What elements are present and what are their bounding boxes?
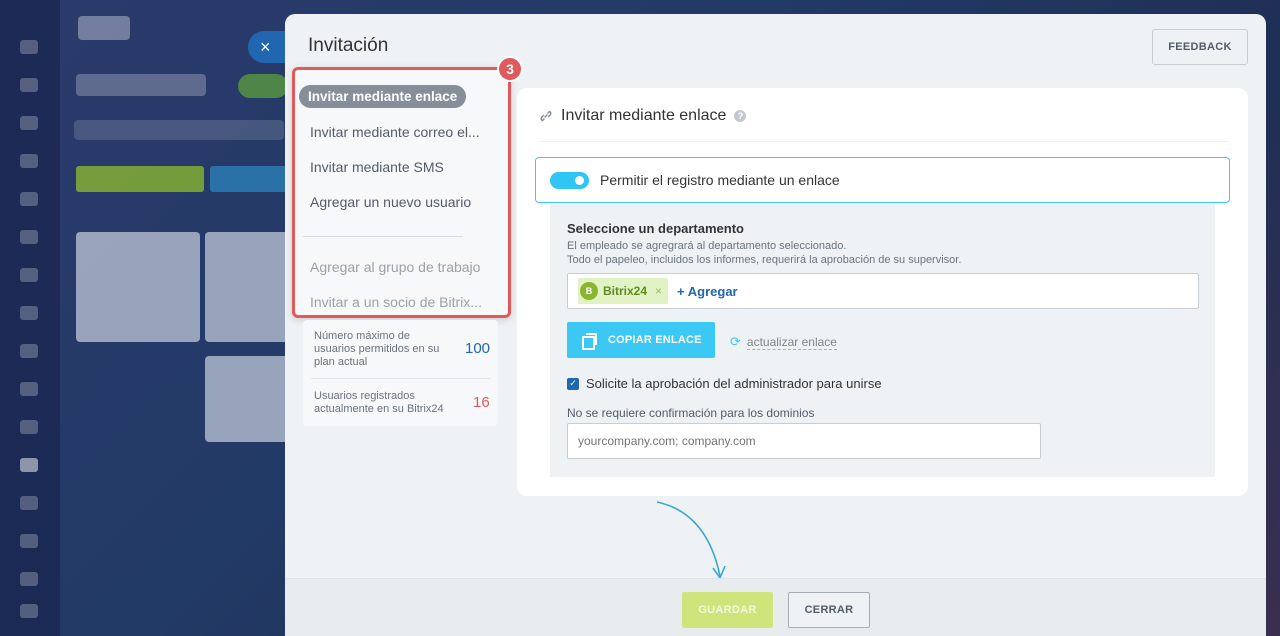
approval-label: Solicite la aprobación del administrador… bbox=[586, 376, 882, 391]
invitation-modal: Invitación FEEDBACK Invitar mediante enl… bbox=[285, 14, 1266, 636]
department-desc-line: El empleado se agregrará al departamento… bbox=[567, 240, 847, 252]
refresh-link[interactable]: ⟳ actualizar enlace bbox=[730, 334, 837, 350]
registered-users-row: Usuarios registrados actualmente en su B… bbox=[314, 390, 494, 416]
bg-menu-icon bbox=[20, 306, 38, 320]
panel-header: Invitar mediante enlace ? bbox=[539, 107, 747, 125]
step-badge: 3 bbox=[497, 56, 523, 82]
bg-card bbox=[205, 356, 290, 442]
invite-method-menu: Invitar mediante enlace Invitar mediante… bbox=[292, 67, 511, 318]
max-users-label: Número máximo de usuarios permitidos en … bbox=[314, 330, 440, 369]
refresh-link-label: actualizar enlace bbox=[746, 334, 837, 350]
stats-divider bbox=[311, 378, 491, 379]
help-icon[interactable]: ? bbox=[734, 110, 747, 122]
bg-menu-icon bbox=[20, 604, 38, 618]
nav-item-invite-partner[interactable]: Invitar a un socio de Bitrix... bbox=[310, 294, 482, 310]
close-slider-icon[interactable]: × bbox=[248, 31, 288, 63]
department-selector[interactable]: B Bitrix24 × + Agregar bbox=[567, 273, 1199, 309]
approval-checkbox[interactable]: ✓ bbox=[567, 377, 579, 390]
panel-heading: Invitar mediante enlace bbox=[561, 107, 727, 124]
bg-menu-icon bbox=[20, 192, 38, 206]
registered-users-value: 16 bbox=[473, 394, 490, 411]
department-description: El empleado se agregrará al departamento… bbox=[567, 239, 961, 268]
approval-row: ✓ Solicite la aprobación del administrad… bbox=[567, 376, 882, 391]
bg-card bbox=[205, 232, 290, 342]
link-icon bbox=[539, 109, 553, 123]
add-department-link[interactable]: + Agregar bbox=[677, 284, 738, 299]
department-desc-line: Todo el papeleo, incluidos los informes,… bbox=[567, 254, 962, 267]
registered-users-label: Usuarios registrados actualmente en su B… bbox=[314, 390, 444, 416]
nav-item-invite-email[interactable]: Invitar mediante correo el... bbox=[310, 124, 480, 140]
copy-link-button[interactable]: COPIAR ENLACE bbox=[567, 322, 715, 358]
bg-green-button bbox=[76, 166, 204, 192]
nav-item-add-workgroup[interactable]: Agregar al grupo de trabajo bbox=[310, 259, 480, 275]
bg-menu-icon bbox=[20, 78, 38, 92]
bg-logo bbox=[78, 16, 130, 40]
nav-item-add-user[interactable]: Agregar un nuevo usuario bbox=[310, 194, 471, 210]
bg-menu-icon bbox=[20, 230, 38, 244]
bg-menu-icon bbox=[20, 382, 38, 396]
modal-footer: GUARDAR CERRAR bbox=[285, 578, 1266, 636]
bg-menu-icon bbox=[20, 116, 38, 130]
registration-toggle-row: Permitir el registro mediante un enlace bbox=[535, 157, 1230, 203]
user-stats-box: Número máximo de usuarios permitidos en … bbox=[303, 320, 498, 426]
close-button[interactable]: CERRAR bbox=[788, 592, 870, 628]
invite-link-panel: Invitar mediante enlace ? Permitir el re… bbox=[517, 88, 1248, 496]
department-title: Seleccione un departamento bbox=[567, 221, 744, 236]
modal-title: Invitación bbox=[308, 35, 389, 56]
refresh-icon: ⟳ bbox=[730, 334, 741, 349]
domains-input[interactable] bbox=[567, 423, 1041, 459]
toggle-label: Permitir el registro mediante un enlace bbox=[600, 172, 840, 188]
nav-item-invite-link[interactable]: Invitar mediante enlace bbox=[299, 85, 467, 108]
bg-chip bbox=[238, 74, 288, 98]
bg-page-title bbox=[76, 74, 206, 96]
copy-link-label: COPIAR ENLACE bbox=[608, 334, 702, 346]
bg-menu-icon bbox=[20, 344, 38, 358]
bg-menu-icon bbox=[20, 268, 38, 282]
bg-blue-button bbox=[210, 166, 290, 192]
bg-card bbox=[76, 232, 200, 342]
registration-toggle[interactable] bbox=[550, 171, 589, 189]
bg-menu-icon bbox=[20, 40, 38, 54]
remove-tag-icon[interactable]: × bbox=[655, 284, 662, 298]
department-tag: B Bitrix24 × bbox=[578, 278, 669, 304]
department-tag-label: Bitrix24 bbox=[603, 284, 648, 298]
domains-label: No se requiere confirmación para los dom… bbox=[567, 406, 815, 420]
bg-menu-icon bbox=[20, 572, 38, 586]
header-divider bbox=[539, 141, 1229, 142]
bg-menu-icon bbox=[20, 496, 38, 510]
copy-icon bbox=[582, 333, 597, 350]
pointer-arrow-icon bbox=[656, 501, 726, 580]
bg-menu-icon bbox=[20, 458, 38, 472]
max-users-value: 100 bbox=[465, 340, 491, 357]
bg-filter-row bbox=[74, 120, 284, 140]
bg-menu-icon bbox=[20, 154, 38, 168]
department-section: Seleccione un departamento El empleado s… bbox=[550, 204, 1215, 477]
nav-divider bbox=[303, 236, 463, 237]
nav-item-invite-sms[interactable]: Invitar mediante SMS bbox=[310, 159, 444, 175]
bg-menu-icon bbox=[20, 420, 38, 434]
background-sidebar bbox=[0, 0, 60, 636]
save-button[interactable]: GUARDAR bbox=[682, 592, 773, 628]
company-icon: B bbox=[580, 282, 598, 300]
feedback-button[interactable]: FEEDBACK bbox=[1152, 29, 1248, 65]
bg-menu-icon bbox=[20, 534, 38, 548]
